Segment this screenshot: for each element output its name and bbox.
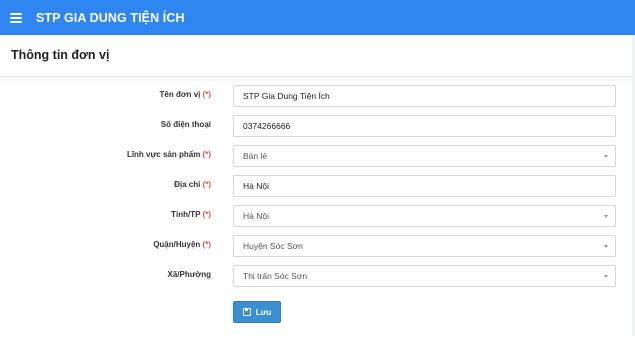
top-app-bar: STP GIA DUNG TIỆN ÍCH <box>0 0 635 35</box>
caret-down-icon <box>604 275 608 278</box>
page-header: Thông tin đơn vị <box>0 35 635 77</box>
floppy-disk-icon <box>242 308 251 316</box>
address-input[interactable] <box>233 175 616 197</box>
ward-select[interactable]: Thị trấn Sóc Sơn <box>233 265 616 287</box>
required-mark: (*) <box>202 150 211 159</box>
caret-down-icon <box>604 215 608 218</box>
caret-down-icon <box>604 155 608 158</box>
form-row-product-field: Lĩnh vực sản phẩm (*) Bán lẻ <box>0 145 635 167</box>
caret-down-icon <box>604 245 608 248</box>
page-title: Thông tin đơn vị <box>11 48 110 62</box>
district-select[interactable]: Huyện Sóc Sơn <box>233 235 616 257</box>
province-select[interactable]: Hà Nội <box>233 205 616 227</box>
app-title: STP GIA DUNG TIỆN ÍCH <box>36 10 185 25</box>
phone-input[interactable] <box>233 115 616 137</box>
save-button-label: Lưu <box>255 307 272 317</box>
required-mark: (*) <box>202 240 211 249</box>
province-label: Tỉnh/TP (*) <box>171 210 211 219</box>
hamburger-icon[interactable] <box>10 12 22 23</box>
product-field-value: Bán lẻ <box>243 151 268 161</box>
phone-label: Số điện thoại <box>160 120 211 129</box>
district-value: Huyện Sóc Sơn <box>243 241 303 251</box>
form-row-unit-name: Tên đơn vị (*) <box>0 85 635 107</box>
product-field-select[interactable]: Bán lẻ <box>233 145 616 167</box>
district-label: Quận/Huyện (*) <box>153 240 211 249</box>
unit-name-label: Tên đơn vị (*) <box>159 90 212 99</box>
form-row-district: Quận/Huyện (*) Huyện Sóc Sơn <box>0 235 635 257</box>
product-field-label: Lĩnh vực sản phẩm (*) <box>126 150 211 159</box>
content-area: Tên đơn vị (*) Số điện thoại Lĩnh vực sả… <box>0 77 635 340</box>
save-button[interactable]: Lưu <box>233 301 281 323</box>
form-row-address: Địa chỉ (*) <box>0 175 635 197</box>
unit-name-input[interactable] <box>233 85 616 107</box>
required-mark: (*) <box>202 90 211 99</box>
ward-label: Xã/Phường <box>167 270 211 279</box>
required-mark: (*) <box>202 210 211 219</box>
form-row-province: Tỉnh/TP (*) Hà Nội <box>0 205 635 227</box>
address-label: Địa chỉ (*) <box>174 180 211 189</box>
ward-value: Thị trấn Sóc Sơn <box>243 271 308 281</box>
form-row-phone: Số điện thoại <box>0 115 635 137</box>
province-value: Hà Nội <box>243 211 269 221</box>
unit-info-form: Tên đơn vị (*) Số điện thoại Lĩnh vực sả… <box>0 81 635 340</box>
required-mark: (*) <box>202 180 211 189</box>
form-row-ward: Xã/Phường Thị trấn Sóc Sơn <box>0 265 635 287</box>
